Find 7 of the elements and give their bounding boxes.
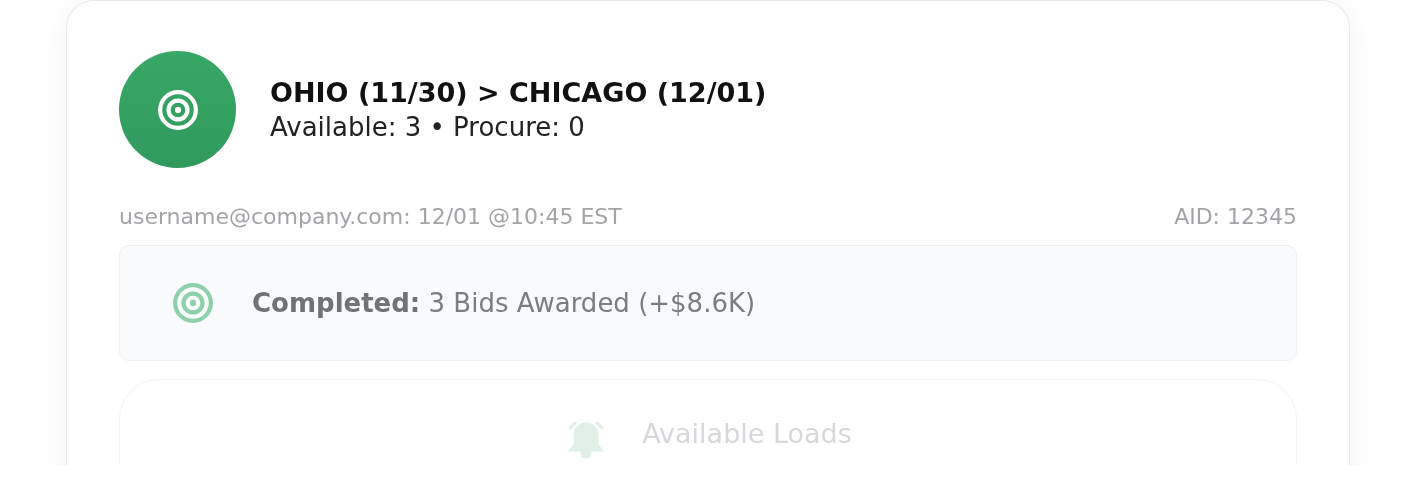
lane-subtitle: Available: 3 • Procure: 0 [270, 112, 586, 142]
author-timestamp: username@company.com: 12/01 @10:45 EST [119, 204, 622, 229]
target-icon [172, 282, 214, 324]
aid-label: AID: 12345 [1174, 204, 1297, 229]
target-icon [156, 88, 199, 131]
status-text: Completed: 3 Bids Awarded (+$8.6K) [252, 288, 756, 318]
lane-title: OHIO (11/30) > CHICAGO (12/01) [270, 77, 767, 108]
